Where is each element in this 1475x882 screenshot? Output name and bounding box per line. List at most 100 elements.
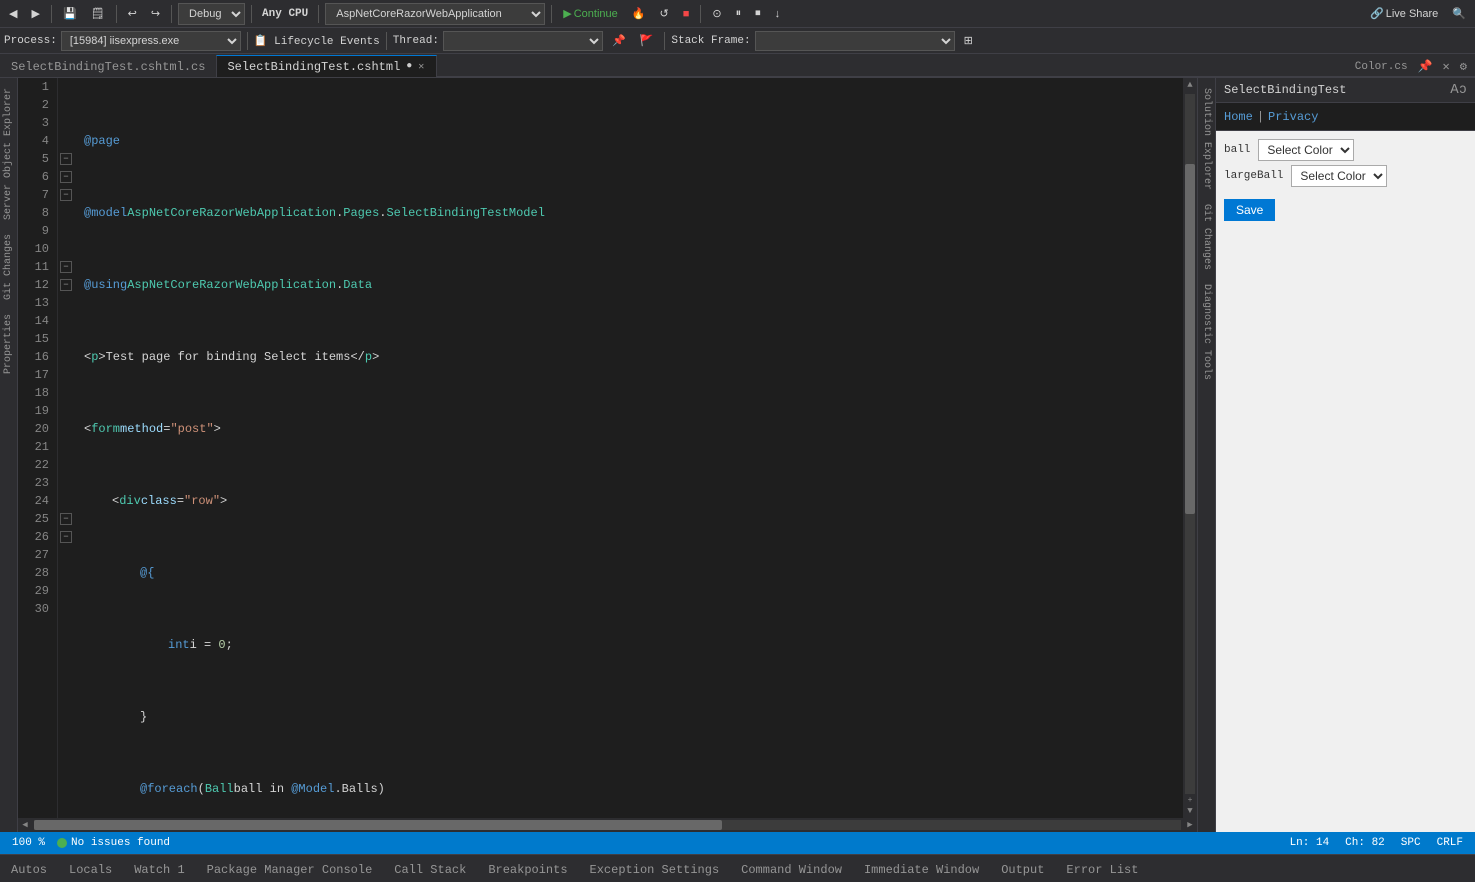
code-container: 12345 678910 1112131415 1617181920 21222… (18, 78, 1197, 818)
stop-debug-button[interactable]: ⏹ (750, 4, 766, 23)
thread-dropdown[interactable] (443, 31, 603, 51)
stop-button[interactable]: ■ (678, 5, 695, 23)
ball-color-select-2[interactable]: Select Color (1291, 165, 1387, 187)
horizontal-scrollbar[interactable]: ◀ ▶ (18, 818, 1197, 832)
share-icon: 🔗 (1370, 7, 1384, 20)
tab-cshtml[interactable]: SelectBindingTest.cshtml ● ✕ (216, 55, 437, 77)
sidebar-item-server-explorer[interactable]: Server Object Explorer (1, 82, 16, 226)
process-dropdown[interactable]: [15984] iisexpress.exe (61, 31, 241, 51)
issues-text: No issues found (71, 837, 170, 849)
bottom-tab-immediate-window[interactable]: Immediate Window (853, 856, 990, 882)
sidebar-item-git-changes-right[interactable]: Git Changes (1199, 198, 1214, 276)
collapse-12[interactable]: − (60, 279, 72, 291)
undo-button[interactable]: ↩ (123, 4, 142, 23)
line-ending-indicator: CRLF (1433, 837, 1467, 849)
hot-reload-button[interactable]: 🔥 (627, 4, 651, 23)
pause-button[interactable]: ⏸ (731, 4, 747, 23)
panel-options-icon[interactable]: Aↄ (1450, 82, 1467, 98)
thread-label: Thread: (393, 35, 439, 47)
redo-button[interactable]: ↪ (146, 4, 165, 23)
bottom-tab-watch1[interactable]: Watch 1 (123, 856, 195, 882)
code-line-2: @model AspNetCoreRazorWebApplication.Pag… (84, 204, 1183, 222)
collapse-26[interactable]: − (60, 531, 72, 543)
scroll-left-button[interactable]: ◀ (18, 818, 32, 832)
bottom-tab-call-stack[interactable]: Call Stack (383, 856, 477, 882)
tab-cshtml-cs[interactable]: SelectBindingTest.cshtml.cs (0, 55, 216, 77)
left-sidebar: Server Object Explorer Git Changes Prope… (0, 78, 18, 832)
code-line-5: <form method="post"> (84, 420, 1183, 438)
forward-button[interactable]: ▶ (26, 4, 44, 23)
separator-1 (51, 5, 52, 23)
zoom-level: 100 % (8, 837, 49, 849)
tab-actions: Color.cs 📌 ✕ ⚙ (1347, 57, 1475, 77)
bottom-tab-exception-settings[interactable]: Exception Settings (579, 856, 731, 882)
nav-home-link[interactable]: Home (1224, 110, 1253, 124)
nav-privacy-link[interactable]: Privacy (1268, 110, 1318, 124)
thread-flags-button[interactable]: 🚩 (635, 31, 659, 50)
right-sidebar: Solution Explorer Git Changes Diagnostic… (1197, 78, 1215, 832)
live-share-button[interactable]: 🔗 Live Share (1365, 4, 1443, 23)
save-preview-button[interactable]: Save (1224, 199, 1275, 221)
scroll-down-button[interactable]: ▼ (1183, 804, 1197, 818)
save-button[interactable]: 🗒 (86, 4, 110, 23)
code-line-4: <p>Test page for binding Select items</p… (84, 348, 1183, 366)
separator-2 (116, 5, 117, 23)
search-button[interactable]: 🔍 (1447, 4, 1471, 23)
ball-label-1: ball (1224, 144, 1250, 156)
scroll-right-button[interactable]: ▶ (1183, 818, 1197, 832)
settings-icon[interactable]: ⚙ (1456, 57, 1471, 76)
close-tab-button[interactable]: ✕ (416, 60, 426, 74)
continue-button[interactable]: ▶ Continue (558, 4, 623, 23)
bottom-tab-locals[interactable]: Locals (58, 856, 123, 882)
ln-indicator: Ln: 14 (1286, 837, 1334, 849)
sidebar-item-git-changes-left[interactable]: Git Changes (1, 228, 16, 306)
ball-color-select-1[interactable]: Select Color (1258, 139, 1354, 161)
ball-label-2: largeBall (1224, 170, 1283, 182)
vertical-scrollbar[interactable]: ▲ + ▼ (1183, 78, 1197, 818)
bottom-tab-output[interactable]: Output (990, 856, 1055, 882)
preview-row-1: ball Select Color (1224, 139, 1467, 161)
project-dropdown[interactable]: AspNetCoreRazorWebApplication (325, 3, 545, 25)
pin-tab-icon[interactable]: 📌 (1414, 57, 1437, 76)
editor-area: 12345 678910 1112131415 1617181920 21222… (18, 78, 1197, 832)
breakpoints-button[interactable]: ⊙ (707, 4, 726, 23)
stack-frame-dropdown[interactable] (755, 31, 955, 51)
cpu-label: Any CPU (258, 8, 312, 20)
step-over-button[interactable]: ↓ (770, 5, 786, 23)
bottom-tab-error-list[interactable]: Error List (1055, 856, 1149, 882)
sidebar-item-solution-explorer[interactable]: Solution Explorer (1199, 82, 1214, 196)
collapse-5[interactable]: − (60, 153, 72, 165)
expand-button[interactable]: + (1183, 796, 1197, 804)
bottom-tab-command-window[interactable]: Command Window (730, 856, 853, 882)
save-all-button[interactable]: 💾 (58, 4, 82, 23)
sidebar-item-diagnostic-tools[interactable]: Diagnostic Tools (1199, 278, 1214, 386)
debug-mode-dropdown[interactable]: Debug (178, 3, 245, 25)
process-label: Process: (4, 35, 57, 47)
bottom-tab-package-manager[interactable]: Package Manager Console (196, 856, 384, 882)
bottom-tab-autos[interactable]: Autos (0, 856, 58, 882)
main-toolbar: ◀ ▶ 💾 🗒 ↩ ↪ Debug Any CPU AspNetCoreRazo… (0, 0, 1475, 28)
status-bar-right: Ln: 14 Ch: 82 SPC CRLF (1286, 837, 1467, 849)
horiz-thumb[interactable] (34, 820, 722, 830)
sidebar-item-properties[interactable]: Properties (1, 308, 16, 380)
stack-expand-button[interactable]: ⊞ (959, 31, 978, 50)
nav-bar-preview: Home | Privacy (1216, 103, 1475, 131)
close-right-tab-button[interactable]: ✕ (1439, 57, 1454, 76)
collapse-25[interactable]: − (60, 513, 72, 525)
tab-bar: SelectBindingTest.cshtml.cs SelectBindin… (0, 54, 1475, 78)
status-bar: 100 % No issues found Ln: 14 Ch: 82 SPC … (0, 832, 1475, 854)
collapse-11[interactable]: − (60, 261, 72, 273)
collapse-7[interactable]: − (60, 189, 72, 201)
code-editor[interactable]: @page @model AspNetCoreRazorWebApplicati… (76, 78, 1183, 818)
scroll-up-button[interactable]: ▲ (1183, 78, 1197, 92)
scroll-thumb[interactable] (1185, 164, 1195, 514)
sep-p2 (386, 32, 387, 50)
ch-indicator: Ch: 82 (1341, 837, 1389, 849)
thread-pin-button[interactable]: 📌 (607, 31, 631, 50)
color-cs-tab[interactable]: Color.cs (1351, 59, 1412, 75)
back-button[interactable]: ◀ (4, 4, 22, 23)
restart-button[interactable]: ↺ (654, 4, 673, 23)
bottom-tab-breakpoints[interactable]: Breakpoints (477, 856, 578, 882)
collapse-6[interactable]: − (60, 171, 72, 183)
line-numbers: 12345 678910 1112131415 1617181920 21222… (18, 78, 58, 818)
